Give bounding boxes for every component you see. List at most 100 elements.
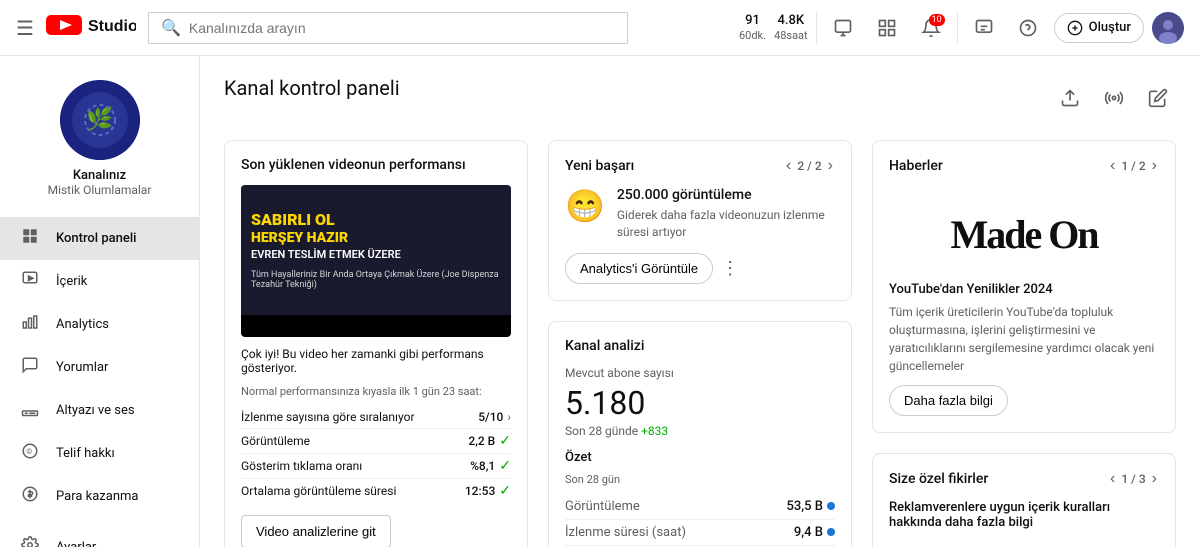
ideas-prev-btn[interactable]: ‹: [1108, 470, 1117, 488]
metric-icon-3: ✓: [499, 483, 511, 499]
sidebar-label-analytics: Analytics: [56, 317, 109, 332]
edit-icon-btn[interactable]: [1140, 80, 1176, 116]
metric-icon-1: ✓: [499, 433, 511, 449]
channel-subtitle: Mistik Olumlamalar: [48, 183, 152, 197]
news-logo: Made On: [889, 187, 1159, 282]
search-input[interactable]: [189, 20, 615, 36]
live-viewers-stat[interactable]: 91 60dk.: [739, 13, 766, 42]
channel-avatar[interactable]: 🌿: [60, 80, 140, 160]
idea-title: Reklamverenlere uygun içerik kuralları h…: [889, 500, 1159, 530]
metric-icon-0: ›: [507, 410, 511, 424]
ideas-next-btn[interactable]: ›: [1150, 470, 1159, 488]
metric-row-2: Gösterim tıklama oranı %8,1 ✓: [241, 454, 511, 479]
achievement-text: 250.000 görüntüleme Giderek daha fazla v…: [617, 187, 835, 241]
metric-value-2: %8,1: [470, 459, 495, 473]
right-column: Haberler ‹ 1 / 2 › Made On YouTube'dan Y…: [872, 140, 1176, 547]
news-nav-label: 1 / 2: [1121, 159, 1145, 173]
create-label: Oluştur: [1089, 20, 1131, 35]
broadcast-icon-btn[interactable]: [1096, 80, 1132, 116]
video-thumbnail: SABIRLI OL HERŞEY HAZIR EVREN TESLİM ETM…: [241, 185, 511, 337]
live-viewers-num: 91: [745, 13, 760, 29]
achievement-row: 😁 250.000 görüntüleme Giderek daha fazla…: [565, 187, 835, 241]
achievement-title: 250.000 görüntüleme: [617, 187, 835, 203]
search-icon: 🔍: [161, 18, 181, 37]
metric-row-0: İzlenme sayısına göre sıralanıyor 5/10 ›: [241, 406, 511, 429]
metric-row-3: Ortalama görüntüleme süresi 12:53 ✓: [241, 479, 511, 503]
news-prev-btn[interactable]: ‹: [1108, 157, 1117, 175]
sidebar-label-icerik: İçerik: [56, 274, 87, 289]
summary-row-1: İzlenme süresi (saat) 9,4 B: [565, 520, 835, 546]
learn-more-button[interactable]: Daha fazla bilgi: [889, 385, 1008, 416]
logo[interactable]: Studio: [46, 11, 136, 45]
upload-icon-btn[interactable]: [1052, 80, 1088, 116]
summary-label-0: Görüntüleme: [565, 499, 640, 514]
sidebar-item-yorumlar[interactable]: Yorumlar: [0, 346, 199, 389]
live-icon-btn[interactable]: [825, 10, 861, 46]
yorumlar-icon: [20, 356, 40, 379]
summary-period: Son 28 gün: [565, 473, 835, 486]
create-button[interactable]: Oluştur: [1054, 13, 1144, 43]
metric-value-0: 5/10: [478, 410, 503, 424]
thumbnail-line2: HERŞEY HAZIR: [251, 230, 348, 247]
summary-value-0: 53,5 B: [786, 499, 835, 514]
dot-1: [827, 528, 835, 536]
video-card-title: Son yüklenen videonun performansı: [241, 157, 511, 173]
sidebar-item-altyazi[interactable]: Altyazı ve ses: [0, 389, 199, 432]
sidebar-item-ayarlar[interactable]: Ayarlar: [0, 526, 199, 547]
summary-row-0: Görüntüleme 53,5 B: [565, 494, 835, 520]
summary-label-1: İzlenme süresi (saat): [565, 525, 686, 540]
svg-text:©: ©: [26, 447, 32, 456]
sidebar: 🌿 Kanalınız Mistik Olumlamalar Kontrol p…: [0, 56, 200, 547]
metric-value-3: 12:53: [465, 484, 495, 498]
analytics-btn-row: Analytics'i Görüntüle ⋮: [565, 253, 835, 284]
more-options-btn[interactable]: ⋮: [721, 258, 739, 279]
main-layout: 🌿 Kanalınız Mistik Olumlamalar Kontrol p…: [0, 56, 1200, 547]
icerik-icon: [20, 270, 40, 293]
views-label: 48saat: [774, 29, 808, 42]
sidebar-item-analytics[interactable]: Analytics: [0, 303, 199, 346]
dashboard-grid: Son yüklenen videonun performansı SABIRL…: [224, 140, 1176, 547]
achievement-prev-btn[interactable]: ‹: [784, 157, 793, 175]
sidebar-label-telif: Telif hakkı: [56, 446, 115, 461]
sidebar-item-telif[interactable]: © Telif hakkı: [0, 432, 199, 475]
metric-icon-2: ✓: [499, 458, 511, 474]
sub-label: Mevcut abone sayısı: [565, 366, 835, 380]
sidebar-item-para[interactable]: Para kazanma: [0, 475, 199, 518]
sidebar-label-para: Para kazanma: [56, 489, 138, 504]
news-card: Haberler ‹ 1 / 2 › Made On YouTube'dan Y…: [872, 140, 1176, 433]
sidebar-label-yorumlar: Yorumlar: [56, 360, 108, 375]
page-header: Kanal kontrol paneli: [224, 76, 1176, 120]
grid-icon-btn[interactable]: [869, 10, 905, 46]
channel-info: 🌿 Kanalınız Mistik Olumlamalar: [0, 64, 199, 209]
analyze-button[interactable]: Video analizlerine git: [241, 515, 391, 547]
achievement-desc: Giderek daha fazla videonuzun izlenme sü…: [617, 207, 835, 241]
views-num: 4.8K: [778, 13, 805, 29]
views-stat[interactable]: 4.8K 48saat: [774, 13, 808, 42]
summary-rows: Görüntüleme 53,5 B İzlenme süresi (saat)…: [565, 494, 835, 547]
user-avatar[interactable]: [1152, 12, 1184, 44]
summary-value-1: 9,4 B: [794, 525, 835, 540]
svg-text:🌿: 🌿: [86, 106, 113, 132]
notification-bell[interactable]: 10: [913, 10, 949, 46]
top-nav-right: 91 60dk. 4.8K 48saat 10 Oluştur: [739, 10, 1184, 46]
video-performance-card: Son yüklenen videonun performansı SABIRL…: [224, 140, 528, 547]
feedback-icon-btn[interactable]: [966, 10, 1002, 46]
achievement-next-btn[interactable]: ›: [826, 157, 835, 175]
ideas-nav: ‹ 1 / 3 ›: [1108, 470, 1159, 488]
kontrol-paneli-icon: [20, 227, 40, 250]
sidebar-label-ayarlar: Ayarlar: [56, 540, 96, 547]
metric-label-1: Görüntüleme: [241, 434, 468, 448]
sidebar-item-icerik[interactable]: İçerik: [0, 260, 199, 303]
channel-name: Kanalınız: [73, 168, 126, 183]
mid-column: Yeni başarı ‹ 2 / 2 › 😁 250.000 görüntül…: [548, 140, 852, 547]
channel-analytics-title: Kanal analizi: [565, 338, 835, 354]
subscriber-count: 5.180: [565, 384, 835, 422]
achievement-nav: ‹ 2 / 2 ›: [784, 157, 835, 175]
news-next-btn[interactable]: ›: [1150, 157, 1159, 175]
hamburger-menu[interactable]: ☰: [16, 16, 34, 40]
help-icon-btn[interactable]: [1010, 10, 1046, 46]
subscriber-growth: Son 28 günde +833: [565, 424, 835, 438]
main-content: Kanal kontrol paneli Son yüklenen videon…: [200, 56, 1200, 547]
analytics-view-button[interactable]: Analytics'i Görüntüle: [565, 253, 713, 284]
sidebar-item-kontrol-paneli[interactable]: Kontrol paneli: [0, 217, 199, 260]
